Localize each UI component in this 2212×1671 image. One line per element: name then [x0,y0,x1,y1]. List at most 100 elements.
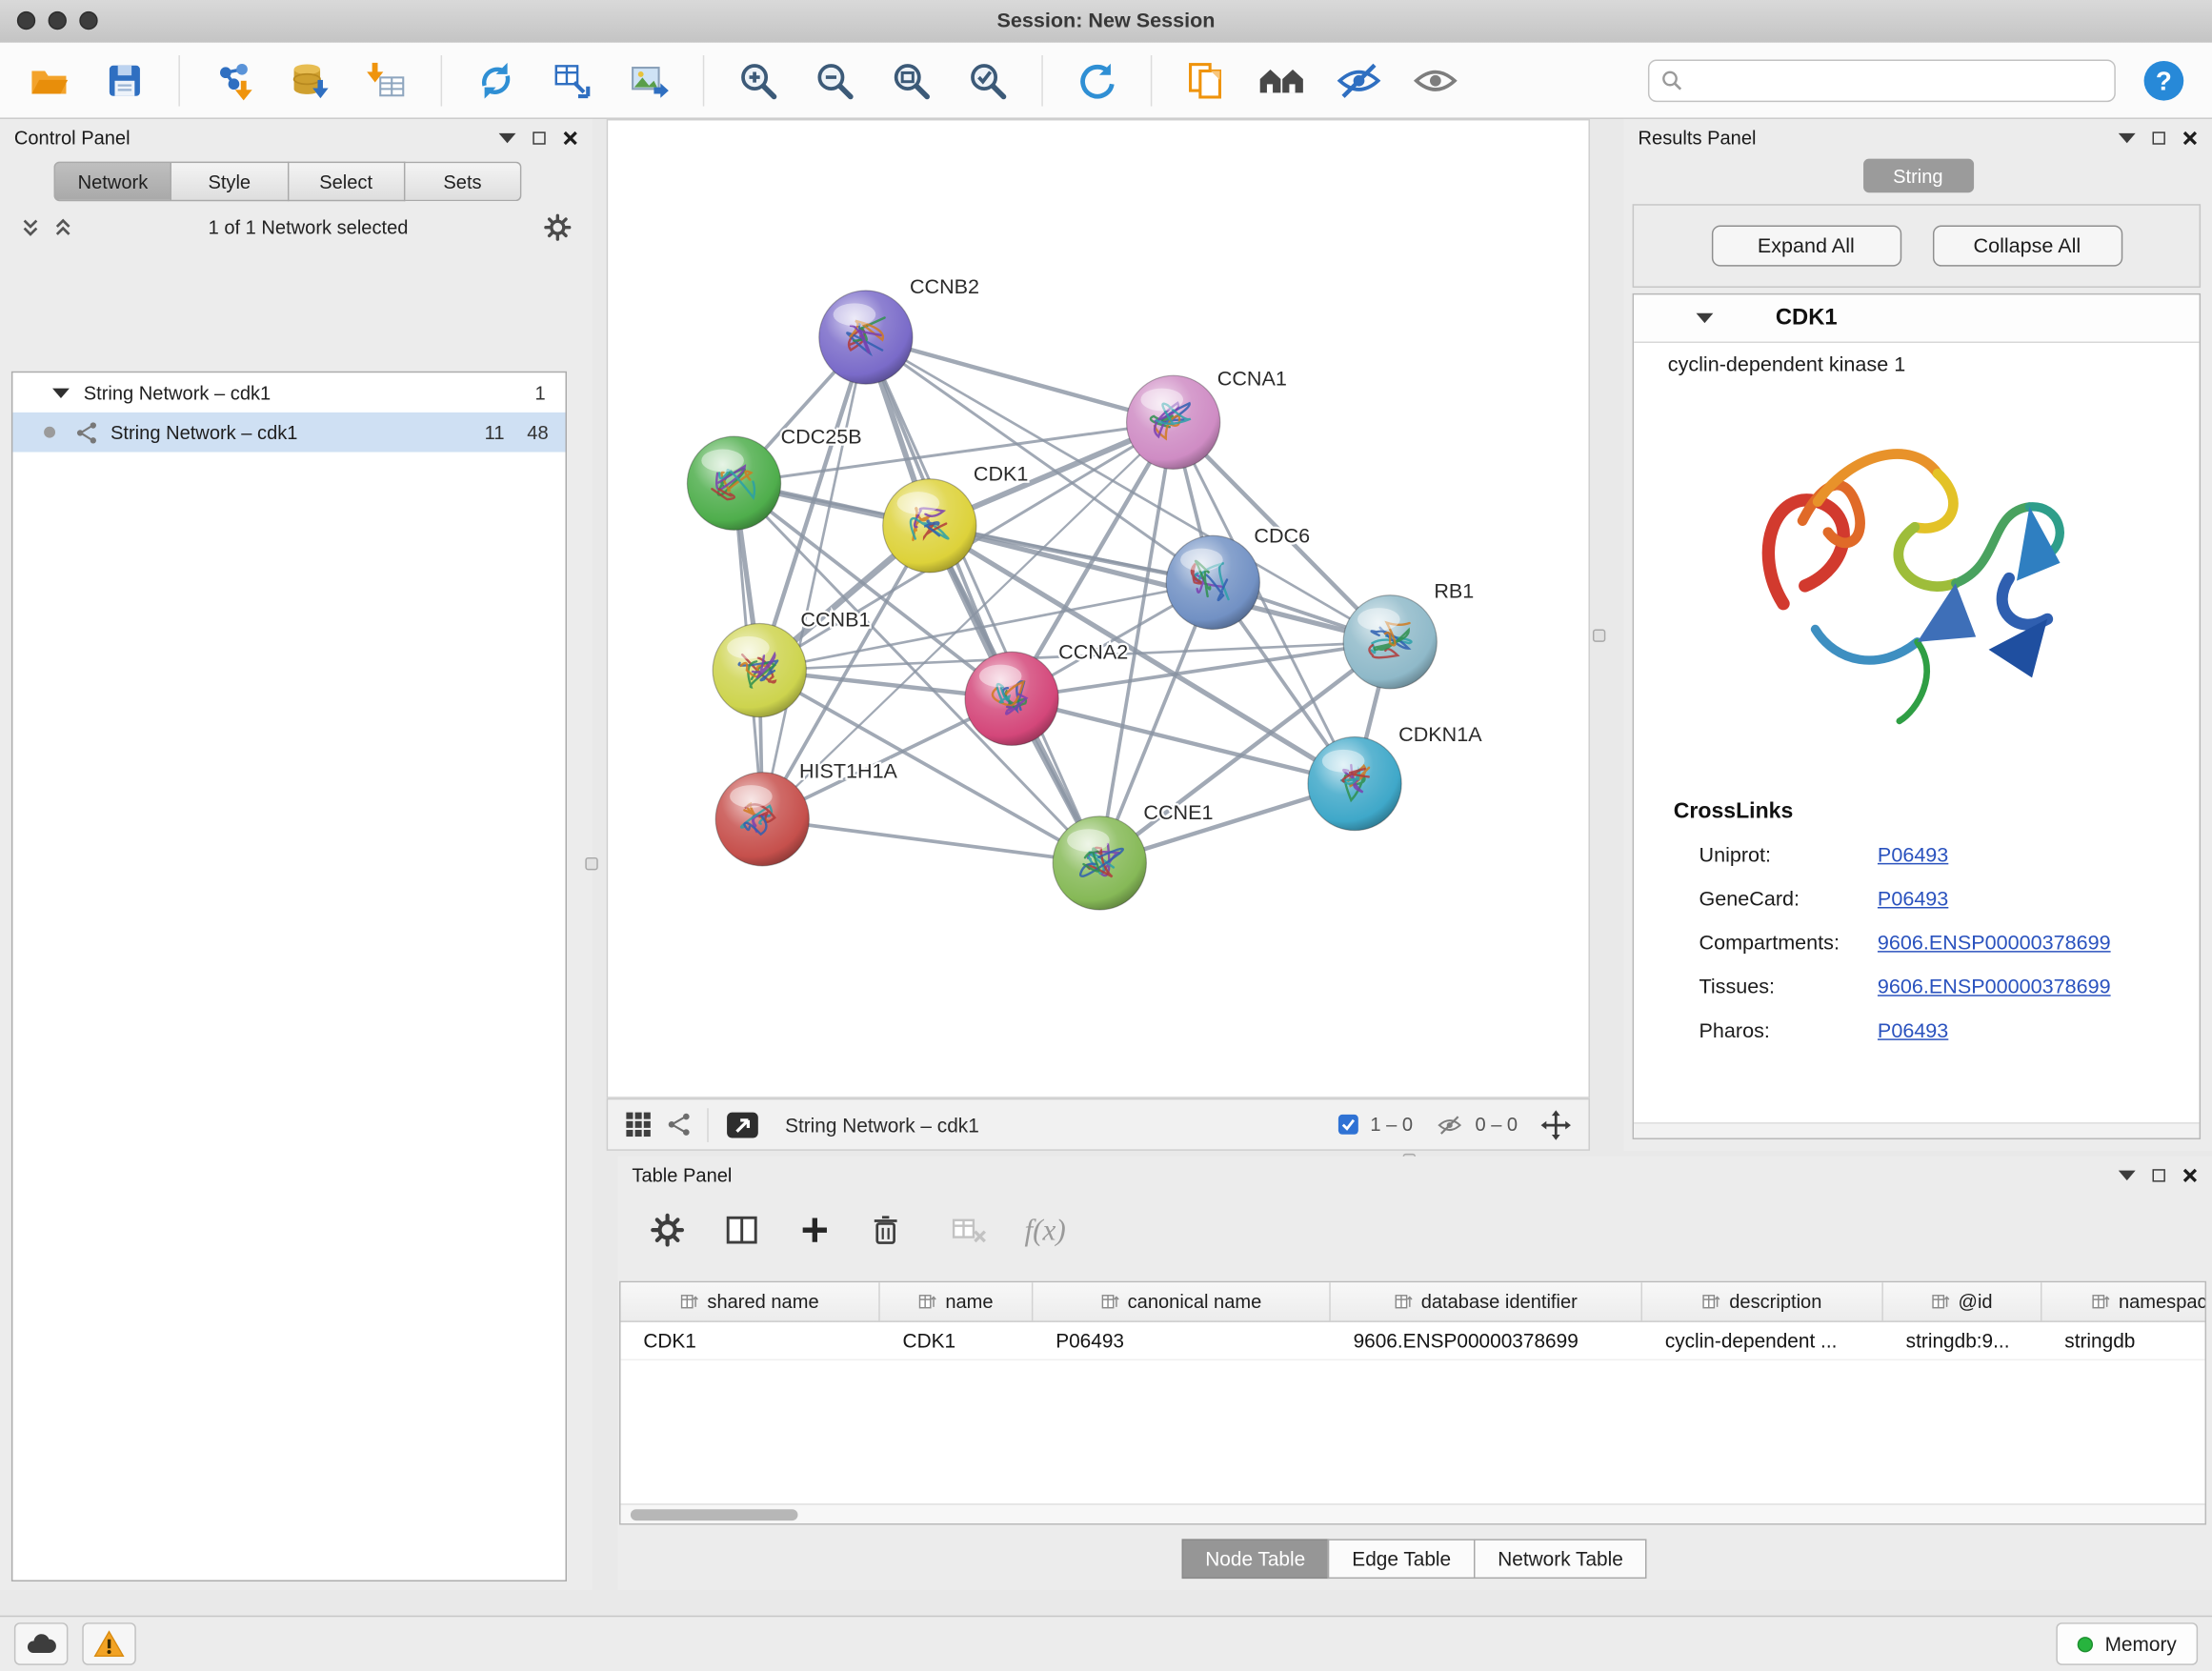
minimize-window-button[interactable] [49,11,67,30]
cloud-status-button[interactable] [14,1622,69,1665]
panel-float-button[interactable] [2119,1170,2136,1179]
memory-button[interactable]: Memory [2057,1622,2198,1665]
zoom-window-button[interactable] [79,11,97,30]
table-cell[interactable]: CDK1 [880,1322,1034,1359]
table-cell[interactable]: stringdb [2041,1322,2206,1359]
crosslink-value-link[interactable]: P06493 [1878,888,1948,911]
panel-maximize-button[interactable] [2153,131,2165,144]
network-node[interactable]: CDK1 [883,461,1029,573]
column-header-name[interactable]: name [880,1282,1034,1320]
show-columns-button[interactable] [723,1212,761,1249]
hidden-eye-slash-icon[interactable] [1436,1113,1464,1136]
tab-network[interactable]: Network [54,162,172,202]
network-edge[interactable] [762,337,866,819]
network-from-table-button[interactable] [544,51,601,109]
help-button[interactable]: ? [2136,51,2193,109]
tab-edge-table[interactable]: Edge Table [1328,1539,1475,1579]
network-node[interactable]: CCNB1 [713,607,870,716]
network-collection-row[interactable]: String Network – cdk1 1 [12,372,565,413]
crosslink-value-link[interactable]: 9606.ENSP00000378699 [1878,976,2111,998]
tab-node-table[interactable]: Node Table [1181,1539,1330,1579]
table-row[interactable]: CDK1CDK1P064939606.ENSP00000378699cyclin… [621,1322,2205,1360]
grid-view-button[interactable] [625,1111,652,1137]
left-splitter-handle[interactable] [585,857,597,870]
table-cell[interactable]: P06493 [1033,1322,1330,1359]
network-node[interactable]: CDC6 [1166,524,1310,630]
network-options-button[interactable] [543,211,573,241]
zoom-out-button[interactable] [806,51,863,109]
section-expander-icon[interactable] [1697,313,1714,323]
crosslink-value-link[interactable]: P06493 [1878,844,1948,867]
network-edge[interactable] [866,337,1099,863]
warnings-button[interactable] [82,1622,136,1665]
network-row-selected[interactable]: String Network – cdk1 11 48 [12,413,565,453]
function-builder-button[interactable]: f(x) [1024,1213,1065,1248]
panel-close-button[interactable] [563,130,578,145]
selection-checkbox-icon[interactable] [1337,1114,1358,1135]
column-header-description[interactable]: description [1642,1282,1883,1320]
home-view-button[interactable] [1254,51,1311,109]
zoom-fit-button[interactable] [883,51,940,109]
network-node[interactable]: CCNA1 [1127,367,1287,470]
tab-style[interactable]: Style [171,162,288,202]
network-canvas[interactable]: CCNB2CCNA1CDC25BCDK1CDC6RB1CCNB1CCNA2CDK… [607,119,1590,1098]
panel-float-button[interactable] [2119,132,2136,142]
results-horizontal-scrollbar[interactable] [1634,1122,2200,1137]
collapse-all-button[interactable]: Collapse All [1932,226,2122,267]
open-session-button[interactable] [20,51,77,109]
save-session-button[interactable] [96,51,153,109]
fit-content-button[interactable] [1540,1109,1572,1140]
table-cell[interactable]: CDK1 [621,1322,880,1359]
tab-select[interactable]: Select [289,162,405,202]
tab-string[interactable]: String [1862,159,1973,193]
network-node[interactable]: CCNB2 [819,274,979,384]
show-all-button[interactable] [1407,51,1464,109]
protein-section-header[interactable]: CDK1 [1634,294,2200,343]
right-splitter-handle[interactable] [1593,629,1605,641]
import-network-button[interactable] [206,51,263,109]
tab-sets[interactable]: Sets [405,162,521,202]
column-header-shared-name[interactable]: shared name [621,1282,880,1320]
tree-expander-icon[interactable] [52,388,70,397]
network-graph[interactable]: CCNB2CCNA1CDC25BCDK1CDC6RB1CCNB1CCNA2CDK… [608,120,1588,1097]
zoom-selected-button[interactable] [959,51,1016,109]
network-node[interactable]: CDKN1A [1308,722,1482,831]
new-network-button[interactable] [468,51,525,109]
panel-close-button[interactable] [2182,1167,2198,1182]
column-header-namespace[interactable]: namespace [2041,1282,2206,1320]
network-overview-button[interactable] [666,1111,693,1137]
close-window-button[interactable] [17,11,35,30]
hide-selected-button[interactable] [1331,51,1388,109]
scrollbar-thumb[interactable] [631,1508,798,1520]
network-node[interactable]: RB1 [1343,579,1474,689]
network-edge[interactable] [866,337,1174,422]
panel-maximize-button[interactable] [2153,1168,2165,1180]
panel-maximize-button[interactable] [533,131,545,144]
delete-column-button[interactable] [869,1212,903,1249]
birdseye-toggle-button[interactable] [723,1107,763,1141]
tab-network-table[interactable]: Network Table [1474,1539,1647,1579]
crosslink-value-link[interactable]: P06493 [1878,1019,1948,1042]
table-options-button[interactable] [649,1212,686,1249]
search-box[interactable] [1648,59,2116,102]
collapse-all-tree-button[interactable] [20,216,41,237]
zoom-in-button[interactable] [730,51,787,109]
table-cell[interactable]: 9606.ENSP00000378699 [1331,1322,1642,1359]
network-node[interactable]: HIST1H1A [715,759,897,866]
panel-close-button[interactable] [2182,130,2198,145]
column-header-canonical-name[interactable]: canonical name [1033,1282,1330,1320]
import-table-button[interactable] [358,51,415,109]
table-horizontal-scrollbar[interactable] [621,1503,2205,1523]
column-header-database-identifier[interactable]: database identifier [1331,1282,1642,1320]
export-image-button[interactable] [621,51,678,109]
expand-all-button[interactable]: Expand All [1711,226,1900,267]
refresh-button[interactable] [1069,51,1126,109]
duplicate-document-button[interactable] [1177,51,1235,109]
import-database-button[interactable] [282,51,339,109]
column-header--id[interactable]: @id [1883,1282,2042,1320]
panel-float-button[interactable] [499,132,516,142]
search-input[interactable] [1692,68,2102,91]
crosslink-value-link[interactable]: 9606.ENSP00000378699 [1878,932,2111,955]
create-column-button[interactable] [797,1213,832,1247]
table-cell[interactable]: stringdb:9... [1883,1322,2042,1359]
